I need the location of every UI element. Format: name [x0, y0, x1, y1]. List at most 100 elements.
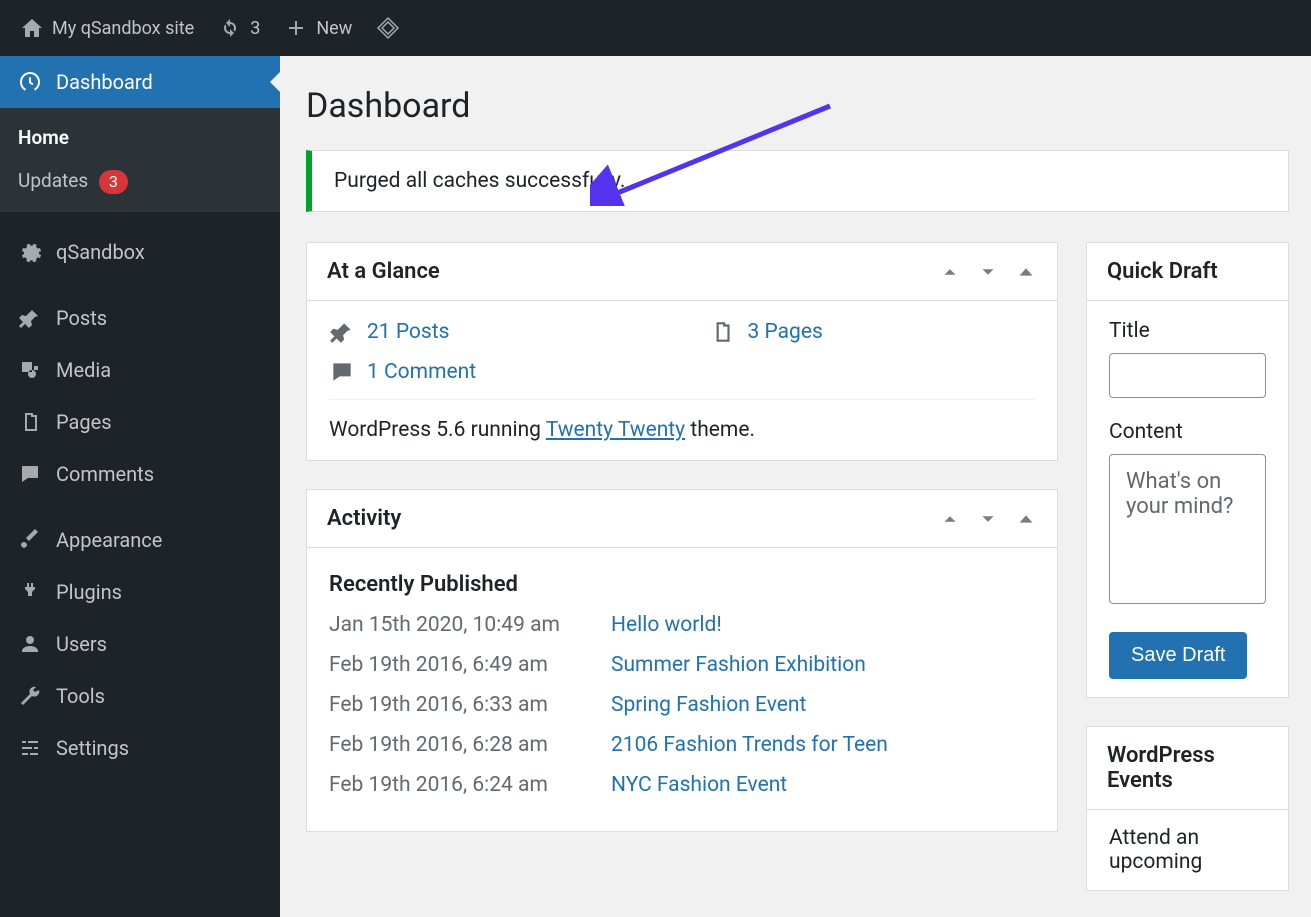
collapse-icon[interactable] — [1015, 261, 1037, 283]
comment-icon — [329, 359, 355, 385]
menu-separator — [0, 500, 280, 514]
adminbar-updates[interactable]: 3 — [206, 0, 272, 56]
sidebar-label-settings: Settings — [56, 736, 129, 760]
admin-sidebar: Dashboard Home Updates 3 qSandbox Posts — [0, 56, 280, 917]
activity-date: Feb 19th 2016, 6:33 am — [329, 693, 581, 717]
activity-date: Feb 19th 2016, 6:24 am — [329, 773, 581, 797]
activity-subtitle: Recently Published — [329, 572, 1035, 597]
events-text: Attend an upcoming — [1087, 810, 1288, 890]
activity-title: Activity — [327, 506, 401, 531]
diamond-icon — [376, 16, 400, 40]
content-textarea[interactable] — [1109, 454, 1266, 604]
glance-posts-link[interactable]: 21 Posts — [367, 320, 449, 344]
activity-item: Feb 19th 2016, 6:49 am Summer Fashion Exh… — [329, 653, 1035, 677]
metabox-quick-draft: Quick Draft Title Content Save Draft — [1086, 242, 1289, 698]
pin-icon — [18, 306, 42, 330]
media-icon — [18, 358, 42, 382]
adminbar-updates-count: 3 — [250, 18, 260, 39]
sidebar-label-media: Media — [56, 358, 111, 382]
updates-badge: 3 — [99, 170, 128, 194]
main-content: Dashboard Purged all caches successfully… — [280, 56, 1311, 917]
sidebar-subitem-home[interactable]: Home — [0, 116, 280, 159]
quickdraft-title: Quick Draft — [1107, 259, 1218, 284]
pages-icon — [709, 319, 735, 345]
adminbar-new-label: New — [316, 18, 352, 39]
sidebar-label-dashboard: Dashboard — [56, 70, 153, 94]
sidebar-label-users: Users — [56, 632, 107, 656]
sidebar-item-comments[interactable]: Comments — [0, 448, 280, 500]
collapse-icon[interactable] — [1015, 508, 1037, 530]
menu-separator — [0, 278, 280, 292]
pages-icon — [18, 410, 42, 434]
activity-item: Feb 19th 2016, 6:33 am Spring Fashion Eve… — [329, 693, 1035, 717]
success-notice: Purged all caches successfully. — [306, 150, 1289, 212]
activity-item: Jan 15th 2020, 10:49 am Hello world! — [329, 613, 1035, 637]
activity-date: Jan 15th 2020, 10:49 am — [329, 613, 581, 637]
sidebar-item-plugins[interactable]: Plugins — [0, 566, 280, 618]
activity-link[interactable]: 2106 Fashion Trends for Teen — [611, 733, 888, 757]
wp-ver-suffix: theme. — [685, 418, 755, 442]
glance-comments-link[interactable]: 1 Comment — [367, 360, 476, 384]
wp-theme-link[interactable]: Twenty Twenty — [546, 418, 685, 442]
gear-icon — [18, 240, 42, 264]
user-icon — [18, 632, 42, 656]
activity-list: Jan 15th 2020, 10:49 am Hello world! Feb 1… — [329, 613, 1035, 797]
chevron-up-icon[interactable] — [939, 261, 961, 283]
sidebar-item-media[interactable]: Media — [0, 344, 280, 396]
sidebar-label-qsandbox: qSandbox — [56, 240, 145, 264]
activity-link[interactable]: NYC Fashion Event — [611, 773, 787, 797]
sidebar-item-users[interactable]: Users — [0, 618, 280, 670]
wp-version-text: WordPress 5.6 running Twenty Twenty them… — [329, 399, 1035, 442]
metabox-activity: Activity Recently Published Jan 15th 202… — [306, 489, 1058, 832]
glance-pages-link[interactable]: 3 Pages — [747, 320, 822, 344]
activity-link[interactable]: Spring Fashion Event — [611, 693, 806, 717]
dashboard-icon — [18, 70, 42, 94]
sidebar-item-settings[interactable]: Settings — [0, 722, 280, 774]
content-label: Content — [1109, 420, 1266, 444]
sidebar-label-plugins: Plugins — [56, 580, 122, 604]
activity-link[interactable]: Summer Fashion Exhibition — [611, 653, 866, 677]
admin-bar: My qSandbox site 3 New — [0, 0, 1311, 56]
sidebar-item-appearance[interactable]: Appearance — [0, 514, 280, 566]
metabox-at-a-glance: At a Glance 21 Posts — [306, 242, 1058, 461]
comment-icon — [18, 462, 42, 486]
save-draft-button[interactable]: Save Draft — [1109, 632, 1247, 679]
glance-title: At a Glance — [327, 259, 440, 284]
adminbar-new[interactable]: New — [272, 0, 364, 56]
chevron-up-icon[interactable] — [939, 508, 961, 530]
title-label: Title — [1109, 319, 1266, 343]
page-title: Dashboard — [306, 86, 1289, 126]
wrench-icon — [18, 684, 42, 708]
sidebar-subitem-updates[interactable]: Updates 3 — [0, 159, 280, 204]
sidebar-item-pages[interactable]: Pages — [0, 396, 280, 448]
sidebar-item-qsandbox[interactable]: qSandbox — [0, 226, 280, 278]
adminbar-site-link[interactable]: My qSandbox site — [8, 0, 206, 56]
activity-link[interactable]: Hello world! — [611, 613, 722, 637]
activity-date: Feb 19th 2016, 6:49 am — [329, 653, 581, 677]
sidebar-label-pages: Pages — [56, 410, 112, 434]
sidebar-submenu-dashboard: Home Updates 3 — [0, 108, 280, 212]
home-icon — [20, 16, 44, 40]
plug-icon — [18, 580, 42, 604]
brush-icon — [18, 528, 42, 552]
sliders-icon — [18, 736, 42, 760]
adminbar-site-name: My qSandbox site — [52, 18, 194, 39]
sidebar-item-tools[interactable]: Tools — [0, 670, 280, 722]
sidebar-label-posts: Posts — [56, 306, 107, 330]
pin-icon — [329, 319, 355, 345]
metabox-events: WordPress Events Attend an upcoming — [1086, 726, 1289, 891]
chevron-down-icon[interactable] — [977, 508, 999, 530]
chevron-down-icon[interactable] — [977, 261, 999, 283]
events-title: WordPress Events — [1107, 743, 1268, 793]
plus-icon — [284, 16, 308, 40]
adminbar-plugin-icon[interactable] — [364, 0, 412, 56]
activity-item: Feb 19th 2016, 6:28 am 2106 Fashion Trend… — [329, 733, 1035, 757]
sidebar-label-appearance: Appearance — [56, 528, 162, 552]
sidebar-item-dashboard[interactable]: Dashboard — [0, 56, 280, 108]
activity-date: Feb 19th 2016, 6:28 am — [329, 733, 581, 757]
sidebar-item-posts[interactable]: Posts — [0, 292, 280, 344]
sidebar-label-comments: Comments — [56, 462, 154, 486]
activity-item: Feb 19th 2016, 6:24 am NYC Fashion Event — [329, 773, 1035, 797]
title-input[interactable] — [1109, 353, 1266, 398]
sidebar-label-updates: Updates — [18, 169, 88, 192]
